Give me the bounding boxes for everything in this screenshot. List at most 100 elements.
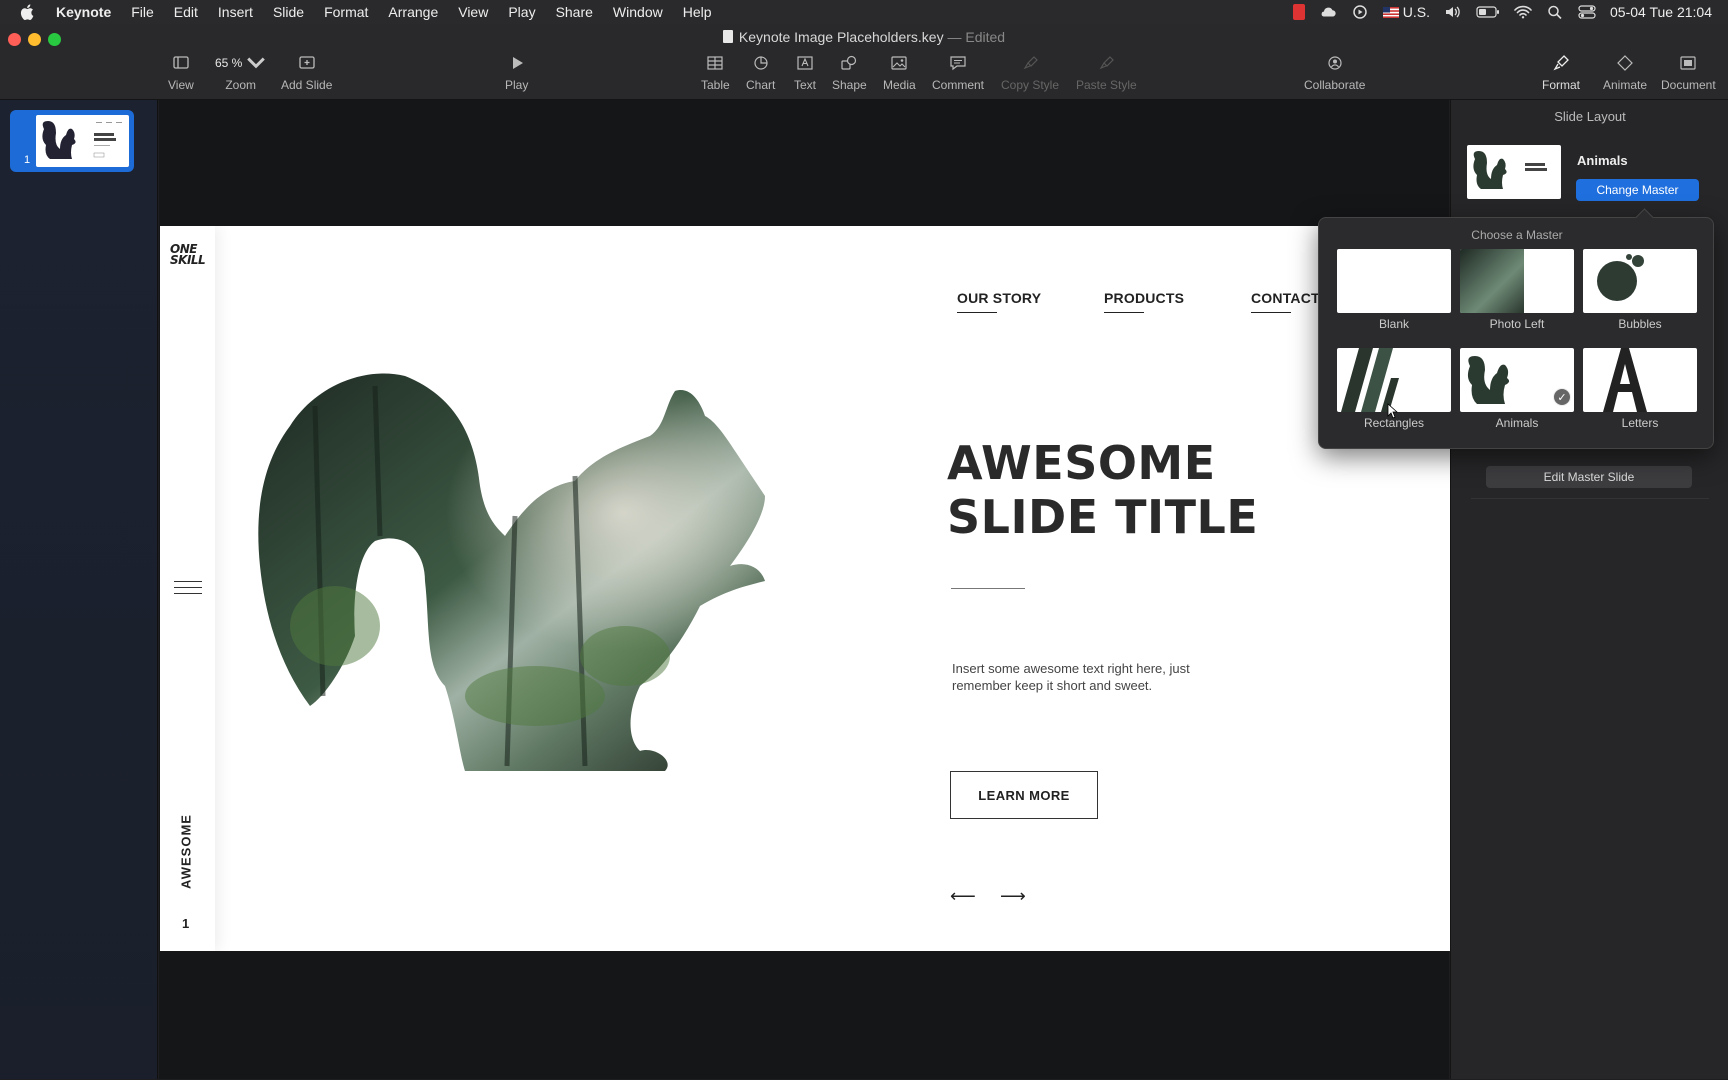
wifi-icon[interactable] bbox=[1514, 5, 1532, 19]
menu-edit[interactable]: Edit bbox=[164, 0, 208, 24]
slide-body-text[interactable]: Insert some awesome text right here, jus… bbox=[952, 660, 1222, 694]
arrow-right-icon[interactable]: ⟶ bbox=[1000, 886, 1026, 907]
menu-play[interactable]: Play bbox=[498, 0, 545, 24]
vertical-text: AWESOME bbox=[174, 811, 198, 901]
master-preview-bubbles bbox=[1583, 249, 1697, 313]
sidebar-view-icon bbox=[173, 56, 189, 69]
inspector-title: Slide Layout bbox=[1554, 109, 1626, 124]
master-tile-blank[interactable]: Blank bbox=[1337, 249, 1451, 331]
brush-icon bbox=[1023, 56, 1038, 70]
menu-window[interactable]: Window bbox=[603, 0, 673, 24]
copy-style-button[interactable]: Copy Style bbox=[1001, 54, 1059, 92]
menu-arrange[interactable]: Arrange bbox=[378, 0, 448, 24]
slide-title-line-1: AWESOME bbox=[947, 436, 1216, 490]
current-master-thumbnail bbox=[1467, 145, 1561, 199]
apple-menu-icon[interactable] bbox=[18, 2, 38, 22]
arrow-left-icon[interactable]: ⟵ bbox=[950, 886, 976, 907]
zoom-label: Zoom bbox=[225, 78, 257, 92]
paste-style-button[interactable]: Paste Style bbox=[1076, 54, 1137, 92]
menu-share[interactable]: Share bbox=[546, 0, 603, 24]
chart-icon bbox=[754, 56, 768, 70]
comment-label: Comment bbox=[932, 78, 985, 92]
add-slide-label: Add Slide bbox=[281, 78, 333, 92]
media-label: Media bbox=[883, 78, 916, 92]
slide-title[interactable]: AWESOME SLIDE TITLE bbox=[947, 436, 1258, 544]
menu-file[interactable]: File bbox=[121, 0, 164, 24]
document-inspector-icon bbox=[1680, 56, 1696, 70]
paste-style-label: Paste Style bbox=[1076, 78, 1137, 92]
text-button[interactable]: Text bbox=[794, 54, 816, 92]
document-icon bbox=[722, 30, 733, 43]
menubar-clock[interactable]: 05-04 Tue 21:04 bbox=[1610, 4, 1712, 20]
cloud-icon[interactable] bbox=[1319, 5, 1337, 19]
slide-1[interactable]: ONE SKILL AWESOME 1 OUR STORY PRODUCTS C… bbox=[160, 226, 1450, 951]
menu-help[interactable]: Help bbox=[673, 0, 722, 24]
menu-keynote[interactable]: Keynote bbox=[52, 0, 121, 24]
us-flag-icon bbox=[1382, 6, 1399, 18]
play-label: Play bbox=[505, 78, 529, 92]
document-title: Keynote Image Placeholders.key — Edited bbox=[0, 29, 1728, 45]
master-tile-animals[interactable]: ✓ Animals bbox=[1460, 348, 1574, 430]
comment-icon bbox=[950, 56, 966, 71]
input-source[interactable]: U.S. bbox=[1382, 4, 1431, 20]
battery-icon[interactable] bbox=[1476, 5, 1500, 19]
play-circle-icon[interactable] bbox=[1351, 5, 1369, 19]
collaborate-label: Collaborate bbox=[1304, 78, 1366, 92]
toolbar: Keynote Image Placeholders.key — Edited … bbox=[0, 24, 1728, 100]
slide-number-label: 1 bbox=[24, 154, 31, 166]
collaborate-button[interactable]: Collaborate bbox=[1304, 54, 1365, 92]
squirrel-image-placeholder[interactable] bbox=[245, 366, 785, 786]
control-center-icon[interactable] bbox=[1578, 5, 1596, 19]
bubbles-preview-icon bbox=[1597, 254, 1644, 301]
slide-side-bar: ONE SKILL AWESOME 1 bbox=[160, 226, 215, 951]
volume-icon[interactable] bbox=[1444, 5, 1462, 19]
text-box-icon bbox=[797, 56, 813, 70]
play-button[interactable]: Play bbox=[505, 54, 528, 92]
menu-bar: Keynote File Edit Insert Slide Format Ar… bbox=[0, 0, 1728, 24]
shape-label: Shape bbox=[832, 78, 867, 92]
media-button[interactable]: Media bbox=[883, 54, 916, 92]
chevron-down-icon bbox=[247, 57, 266, 69]
add-slide-button[interactable]: Add Slide bbox=[281, 54, 332, 92]
animate-tab[interactable]: Animate bbox=[1603, 54, 1647, 92]
media-icon bbox=[891, 56, 907, 70]
hamburger-menu-icon bbox=[174, 581, 202, 599]
master-label-photo-left: Photo Left bbox=[1489, 317, 1545, 331]
view-button[interactable]: View bbox=[168, 54, 194, 92]
master-label-animals: Animals bbox=[1495, 416, 1539, 430]
spotlight-search-icon[interactable] bbox=[1546, 5, 1564, 19]
shape-button[interactable]: Shape bbox=[832, 54, 867, 92]
comment-button[interactable]: Comment bbox=[932, 54, 984, 92]
master-preview-blank bbox=[1337, 249, 1451, 313]
zoom-dropdown[interactable]: 65 % bbox=[215, 54, 266, 72]
master-tile-photo-left[interactable]: Photo Left bbox=[1460, 249, 1574, 331]
table-button[interactable]: Table bbox=[701, 54, 730, 92]
input-source-label: U.S. bbox=[1402, 4, 1431, 20]
master-tile-bubbles[interactable]: Bubbles bbox=[1583, 249, 1697, 331]
slide-thumbnail-1[interactable]: 1 bbox=[10, 110, 134, 172]
nav-link-products[interactable]: PRODUCTS bbox=[1104, 290, 1184, 313]
title-divider bbox=[951, 588, 1025, 589]
master-label-blank: Blank bbox=[1378, 317, 1410, 331]
format-tab[interactable]: Format bbox=[1532, 48, 1591, 92]
format-brush-icon bbox=[1553, 55, 1569, 71]
learn-more-button[interactable]: LEARN MORE bbox=[950, 771, 1098, 819]
menu-slide[interactable]: Slide bbox=[263, 0, 314, 24]
change-master-button[interactable]: Change Master bbox=[1576, 179, 1699, 201]
menu-insert[interactable]: Insert bbox=[208, 0, 263, 24]
nav-link-our-story[interactable]: OUR STORY bbox=[957, 290, 1041, 313]
menu-view[interactable]: View bbox=[448, 0, 498, 24]
choose-master-popover: Choose a Master Blank Photo Left Bubbles… bbox=[1318, 217, 1714, 449]
master-preview-letters bbox=[1583, 348, 1697, 412]
zoom-control[interactable]: 65 % Zoom bbox=[215, 54, 266, 92]
edit-master-slide-button[interactable]: Edit Master Slide bbox=[1486, 466, 1692, 488]
nav-link-contact[interactable]: CONTACT bbox=[1251, 290, 1320, 313]
master-label-letters: Letters bbox=[1621, 416, 1659, 430]
document-tab[interactable]: Document bbox=[1661, 54, 1716, 92]
master-tile-letters[interactable]: Letters bbox=[1583, 348, 1697, 430]
chart-button[interactable]: Chart bbox=[746, 54, 775, 92]
recording-icon[interactable] bbox=[1292, 4, 1305, 20]
table-icon bbox=[707, 56, 723, 70]
menu-format[interactable]: Format bbox=[314, 0, 378, 24]
slide-title-line-2: SLIDE TITLE bbox=[947, 490, 1259, 544]
